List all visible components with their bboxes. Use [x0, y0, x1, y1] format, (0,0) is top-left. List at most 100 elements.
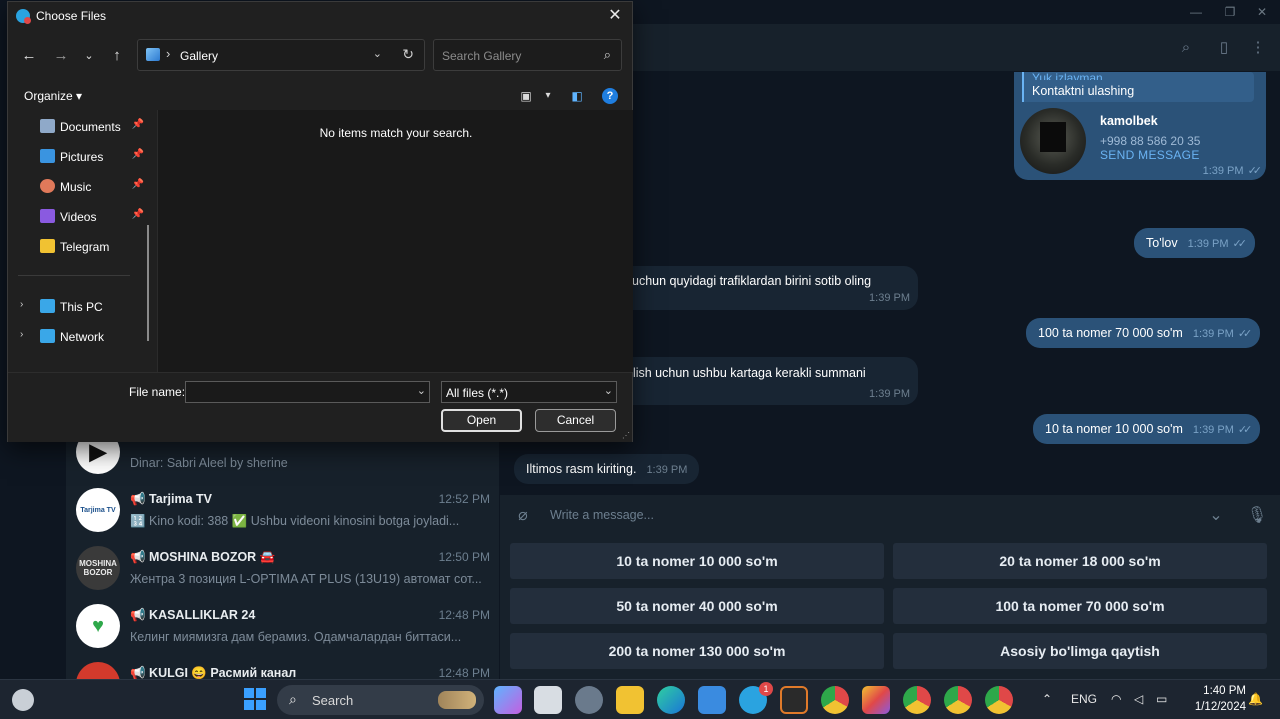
notifications-icon[interactable]: 🔔 — [1248, 692, 1263, 706]
chat-avatar: Tarjima TV — [76, 488, 120, 532]
store-icon[interactable] — [698, 686, 726, 714]
message-bubble[interactable]: Iltimos rasm kiriting. 1:39 PM — [514, 454, 700, 484]
clock-date: 1/12/2024 — [1194, 701, 1246, 713]
nav-item-videos[interactable]: Videos 📌 — [8, 202, 148, 230]
chat-name: 📢 KULGI 😄 Расмий канал — [130, 666, 297, 679]
chevron-right-icon[interactable]: › — [20, 329, 23, 340]
keyboard-button[interactable]: Asosiy bo'limga qaytish — [893, 633, 1267, 669]
nav-item-network[interactable]: › Network — [8, 322, 148, 350]
chat-preview: 🔢 Kino kodi: 388 ✅ Ushbu videoni kinosin… — [130, 514, 460, 528]
language-indicator[interactable]: ENG — [1071, 692, 1097, 706]
volume-icon[interactable]: ◁ — [1134, 692, 1143, 706]
taskbar-search-label: Search — [312, 693, 354, 708]
breadcrumb-gallery[interactable]: Gallery — [180, 49, 218, 63]
close-icon[interactable]: ✕ — [1252, 4, 1272, 20]
cancel-button[interactable]: Cancel — [535, 409, 616, 432]
contact-avatar[interactable] — [1020, 108, 1086, 174]
clock[interactable]: 1:40 PM 1/12/2024 — [1182, 683, 1246, 715]
nav-label: Music — [60, 180, 92, 194]
preview-pane-icon[interactable]: ◧ — [569, 88, 585, 104]
keyboard-button[interactable]: 50 ta nomer 40 000 so'm — [510, 588, 884, 624]
chevron-right-icon[interactable]: › — [20, 299, 23, 310]
contact-message[interactable]: Yuk izlayman Kontaktni ulashing kamolbek… — [1014, 72, 1266, 180]
chrome-icon[interactable] — [985, 686, 1013, 714]
forward-arrow-icon[interactable]: → — [50, 45, 72, 67]
nav-item-music[interactable]: Music 📌 — [8, 172, 148, 200]
search-icon: ⌕ — [289, 691, 297, 707]
message-bubble[interactable]: 100 ta nomer 70 000 so'm 1:39 PM ✓✓ — [1026, 318, 1261, 348]
scrollbar[interactable] — [147, 225, 149, 341]
keyboard-button[interactable]: 100 ta nomer 70 000 so'm — [893, 588, 1267, 624]
nav-item-this-pc[interactable]: › This PC — [8, 292, 148, 320]
message-bubble[interactable]: To'lov 1:39 PM ✓✓ — [1134, 228, 1255, 258]
microphone-icon[interactable]: 🎙 — [1246, 505, 1268, 527]
start-icon[interactable] — [244, 688, 266, 710]
nav-item-pictures[interactable]: Pictures 📌 — [8, 142, 148, 170]
back-arrow-icon[interactable]: ← — [18, 45, 40, 67]
weather-icon[interactable] — [12, 689, 34, 711]
chat-name: 📢 MOSHINA BOZOR 🚘 — [130, 550, 276, 564]
chevron-down-icon[interactable]: ▾ — [540, 88, 556, 104]
keyboard-button[interactable]: 200 ta nomer 130 000 so'm — [510, 633, 884, 669]
taskbar-search[interactable]: ⌕ Search — [277, 685, 484, 715]
refresh-icon[interactable]: ↻ — [402, 46, 414, 63]
more-vertical-icon[interactable]: ⋮ — [1248, 38, 1268, 58]
chevron-down-icon[interactable]: ⌄ — [417, 384, 426, 397]
keyboard-button[interactable]: 10 ta nomer 10 000 so'm — [510, 543, 884, 579]
nav-item-telegram[interactable]: Telegram — [8, 232, 148, 260]
edge-icon[interactable] — [657, 686, 685, 714]
up-arrow-icon[interactable]: ↑ — [106, 45, 128, 67]
reply-quote[interactable]: Yuk izlayman Kontaktni ulashing — [1022, 72, 1254, 102]
chrome-icon[interactable] — [821, 686, 849, 714]
chat-item[interactable]: 📢 KULGI 😄 Расмий канал 12:48 PM — [66, 656, 500, 679]
chat-name: 📢 KASALLIKLAR 24 — [130, 608, 256, 622]
chevron-up-icon[interactable]: ⌃ — [1042, 692, 1052, 706]
task-view-icon[interactable] — [534, 686, 562, 714]
file-explorer-icon[interactable] — [616, 686, 644, 714]
minimize-icon[interactable]: — — [1186, 4, 1206, 20]
chat-item[interactable]: Tarjima TV 📢 Tarjima TV 12:52 PM 🔢 Kino … — [66, 482, 500, 540]
nav-label: Telegram — [60, 240, 110, 254]
file-name-input[interactable]: ⌄ — [185, 381, 430, 403]
bot-keyboard-icon[interactable]: ⌄ — [1205, 505, 1227, 527]
message-bubble[interactable]: uchun quyidagi trafiklardan birini sotib… — [616, 266, 918, 310]
nav-item-documents[interactable]: Documents 📌 — [8, 112, 148, 140]
recent-locations-icon[interactable]: ⌄ — [78, 45, 100, 67]
keyboard-button[interactable]: 20 ta nomer 18 000 so'm — [893, 543, 1267, 579]
instagram-icon[interactable] — [862, 686, 890, 714]
close-icon[interactable]: ✕ — [604, 6, 626, 26]
chrome-profile-icon[interactable] — [944, 686, 972, 714]
search-input[interactable]: Search Gallery ⌕ — [433, 39, 622, 71]
wifi-icon[interactable]: ◠ — [1111, 692, 1121, 706]
chat-item[interactable]: ♥ 📢 KASALLIKLAR 24 12:48 PM Келинг миями… — [66, 598, 500, 656]
copilot-icon[interactable] — [494, 686, 522, 714]
jetbrains-icon[interactable] — [780, 686, 808, 714]
chat-avatar: MOSHINA BOZOR — [76, 546, 120, 590]
message-bubble[interactable]: 10 ta nomer 10 000 so'm 1:39 PM ✓✓ — [1033, 414, 1261, 444]
chevron-down-icon[interactable]: ⌄ — [604, 384, 613, 397]
message-input[interactable]: Write a message... — [550, 508, 654, 522]
restore-icon[interactable]: ❐ — [1220, 4, 1240, 20]
file-list[interactable]: No items match your search. — [157, 110, 633, 372]
chevron-down-icon[interactable]: ⌄ — [373, 47, 382, 60]
send-message-button[interactable]: SEND MESSAGE — [1100, 148, 1200, 162]
dialog-titlebar[interactable]: Choose Files ✕ — [8, 2, 632, 30]
chat-name: 📢 Tarjima TV — [130, 492, 213, 506]
telegram-app-icon[interactable]: 1 — [739, 682, 773, 714]
resize-grip-icon[interactable]: ⋰ — [622, 431, 630, 440]
chat-item[interactable]: MOSHINA BOZOR 📢 MOSHINA BOZOR 🚘 12:50 PM… — [66, 540, 500, 598]
battery-icon[interactable]: ▭ — [1156, 692, 1167, 706]
view-icon[interactable]: ▣ — [518, 88, 534, 104]
read-ticks-icon: ✓✓ — [1237, 328, 1253, 340]
sidebar-toggle-icon[interactable]: ▯ — [1214, 38, 1234, 58]
search-icon[interactable]: ⌕ — [1176, 38, 1196, 58]
open-button[interactable]: Open — [441, 409, 522, 432]
organize-button[interactable]: Organize ▾ — [24, 89, 82, 103]
address-bar[interactable]: › Gallery ⌄ ↻ — [137, 39, 425, 71]
settings-icon[interactable] — [575, 686, 603, 714]
attach-icon[interactable]: ⌀ — [512, 505, 534, 527]
chrome-profile-icon[interactable] — [903, 686, 931, 714]
file-type-select[interactable]: All files (*.*) ⌄ — [441, 381, 617, 403]
help-icon[interactable]: ? — [602, 88, 618, 104]
message-bubble[interactable]: olish uchun ushbu kartaga kerakli summan… — [616, 357, 918, 405]
